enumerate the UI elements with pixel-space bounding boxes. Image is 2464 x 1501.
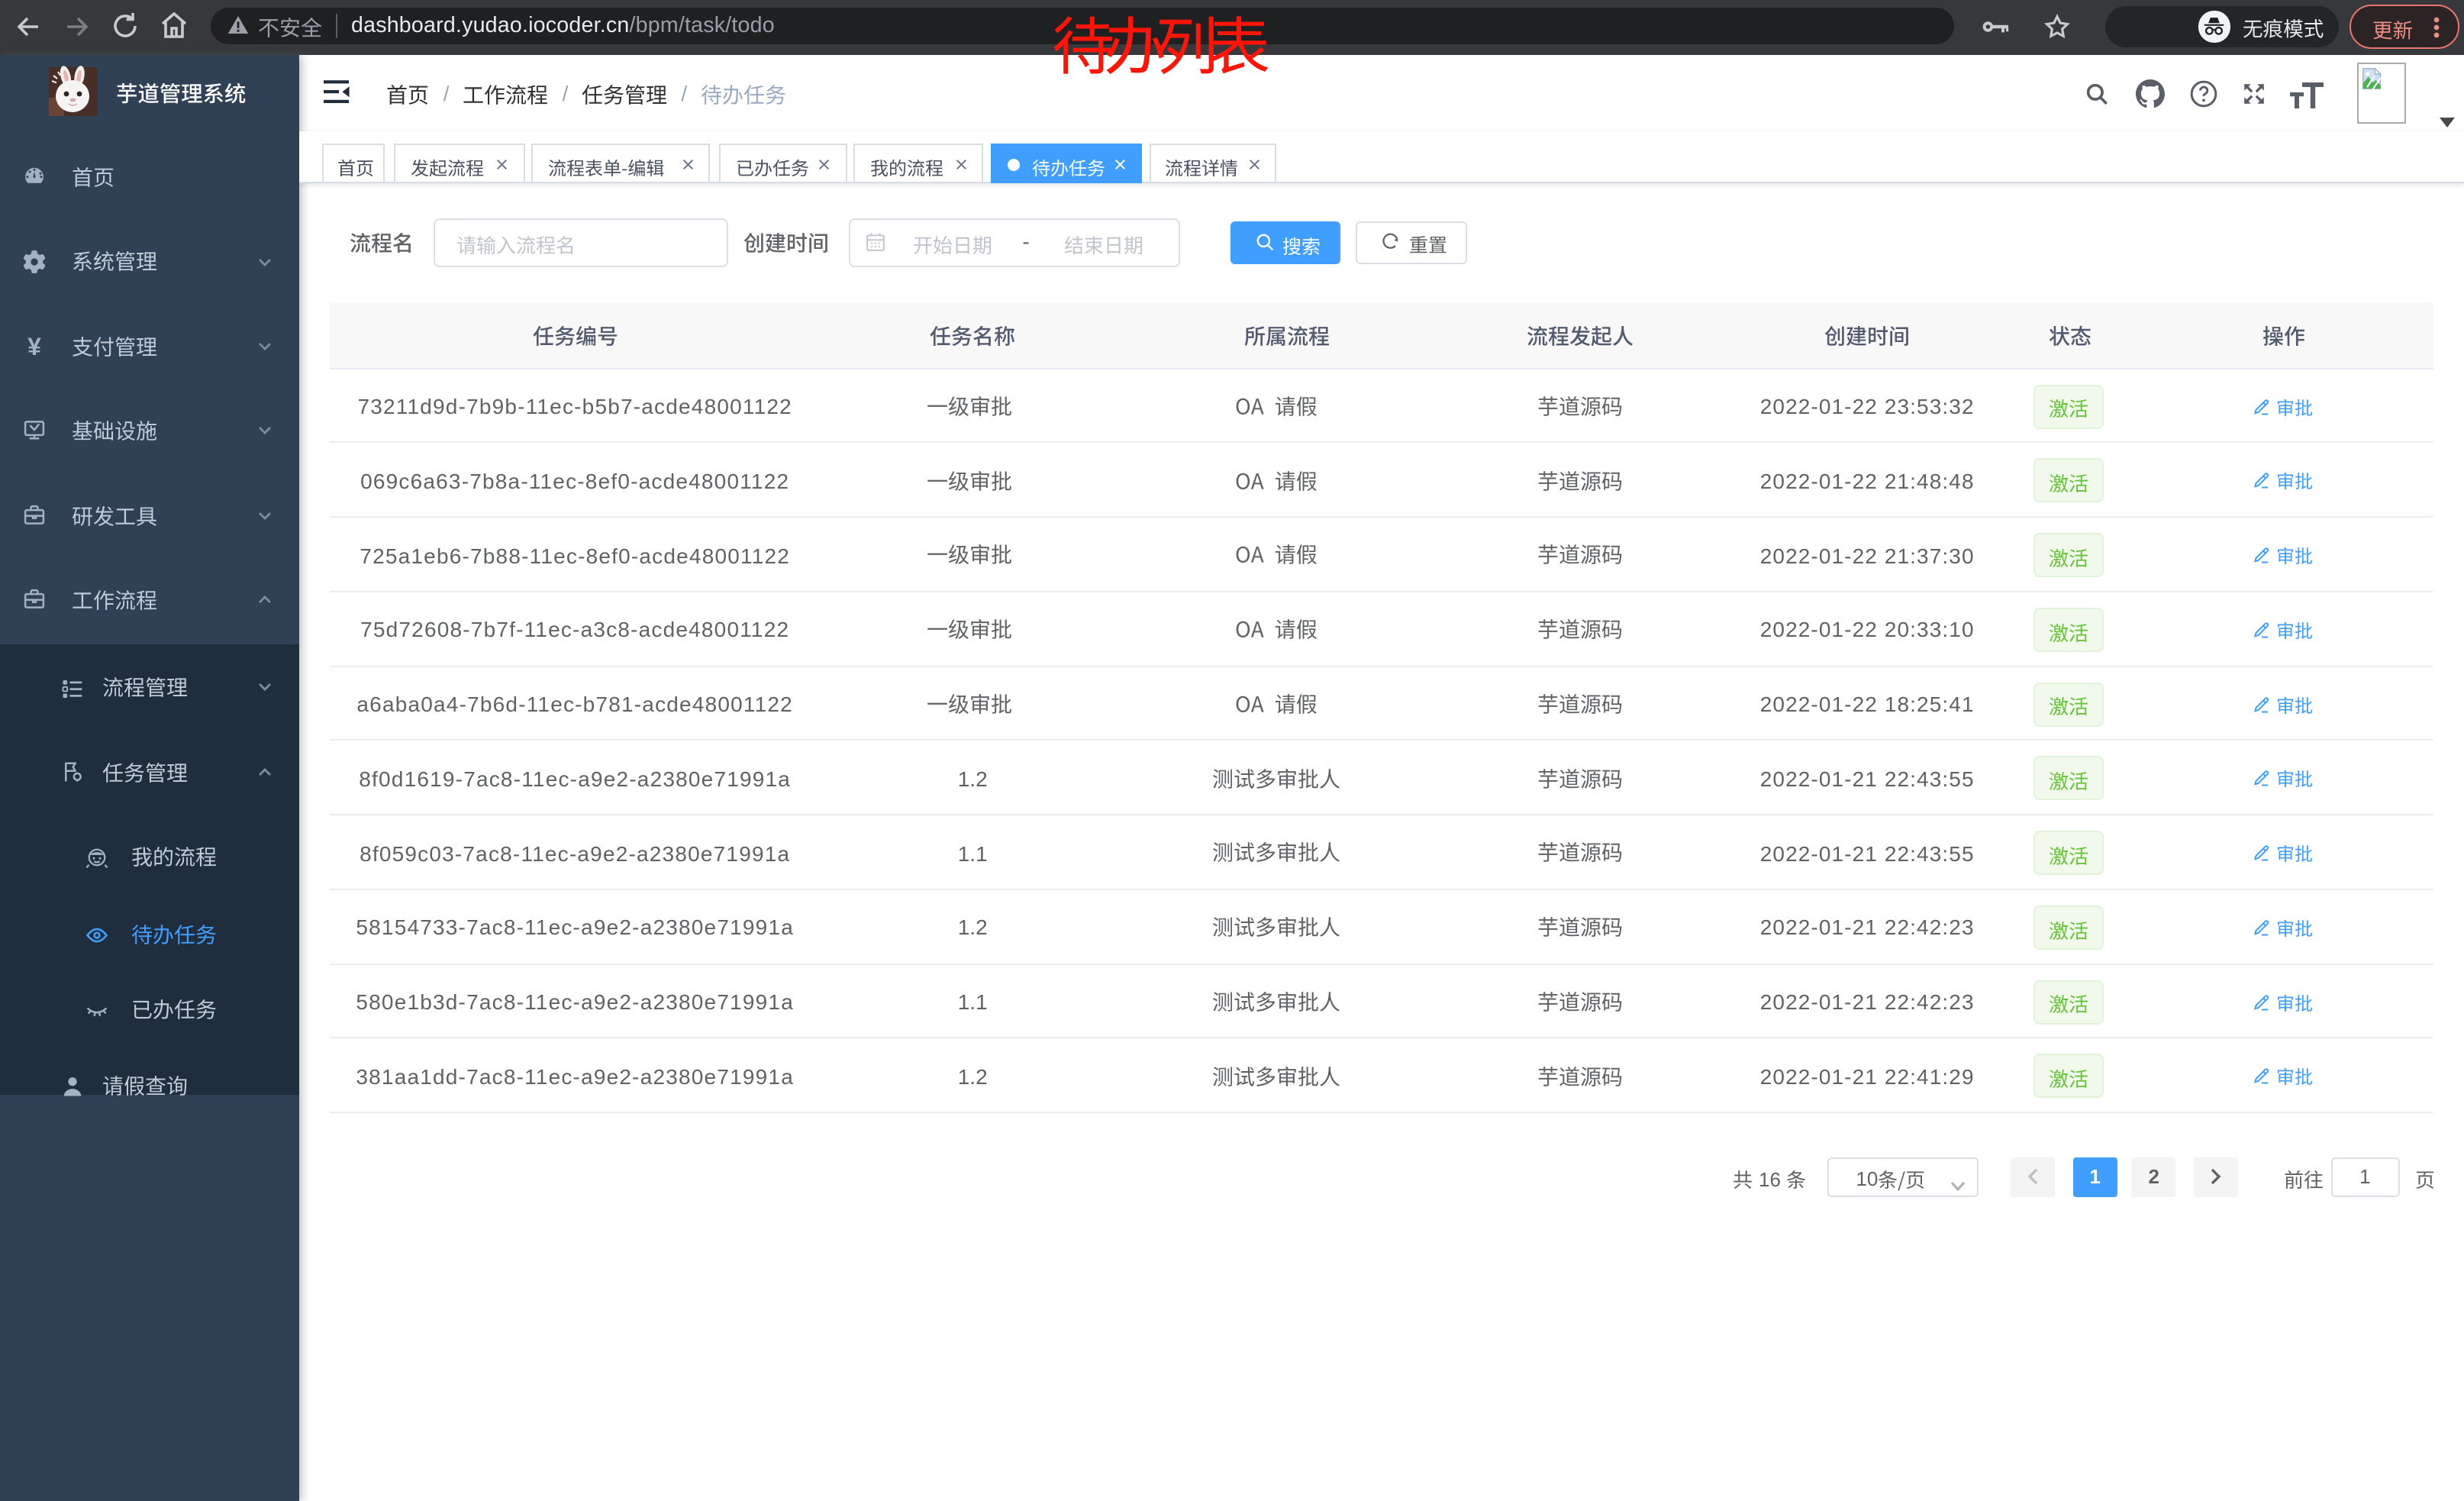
svg-text:¥: ¥ [28,332,42,360]
